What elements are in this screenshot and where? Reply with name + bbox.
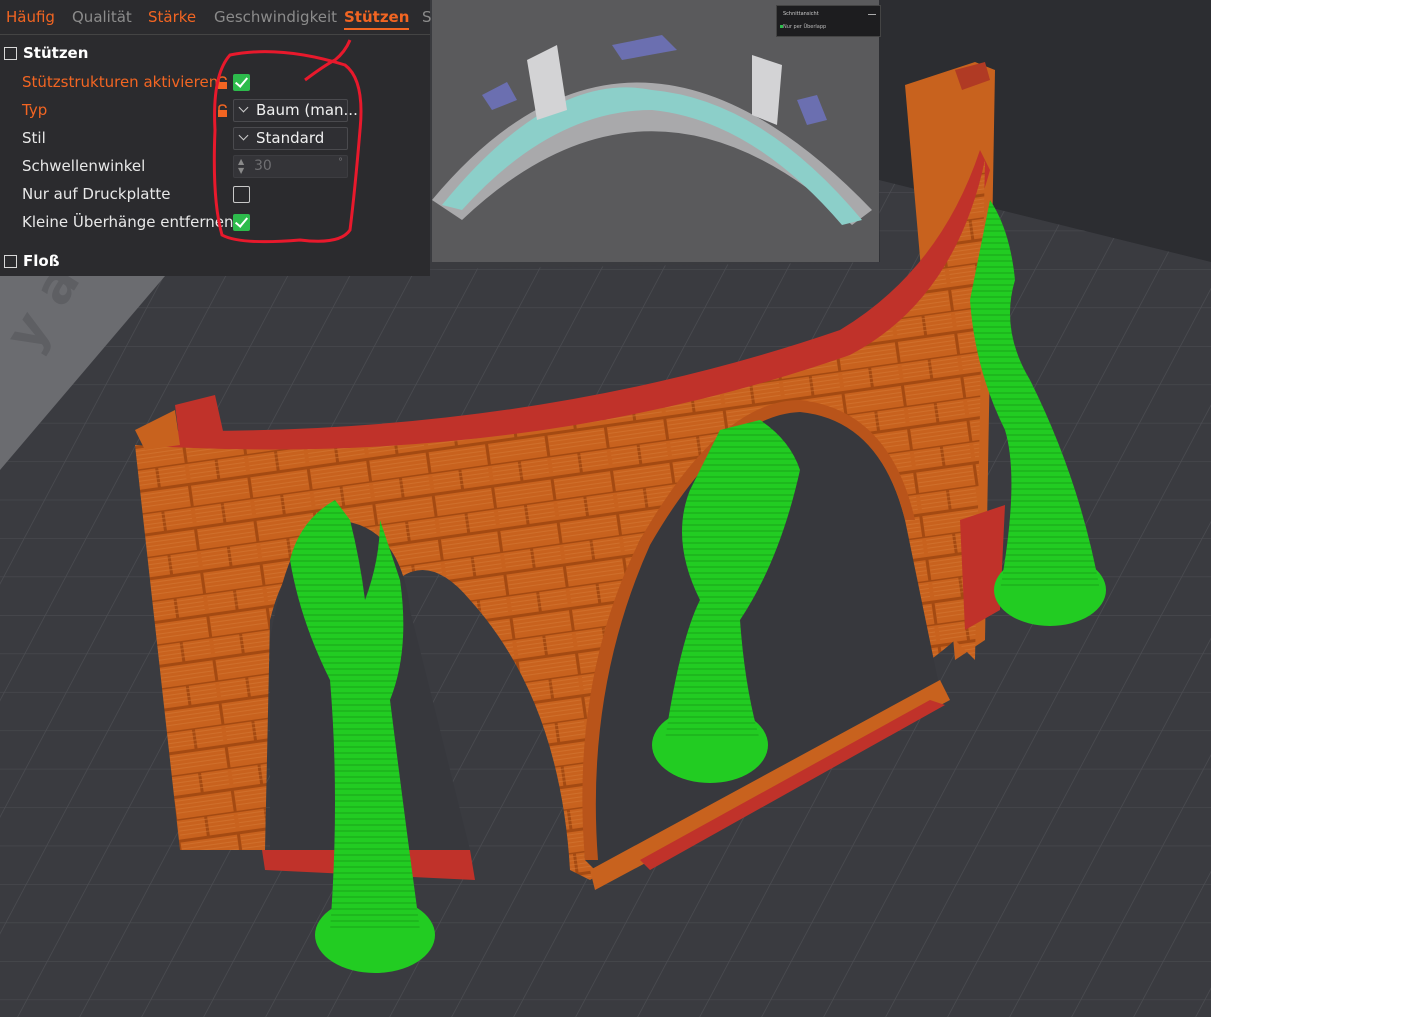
annotation-overlay	[212, 39, 363, 244]
mini-panel-row: Nur per Überlapp	[783, 24, 827, 30]
mini-panel-title: Schnittansicht	[783, 11, 819, 17]
mini-panel-slider	[868, 14, 876, 15]
settings-panel: Häufig Qualität Stärke Geschwindigkeit S…	[0, 0, 432, 276]
mini-settings-panel: Schnittansicht Nur per Überlapp	[776, 5, 881, 37]
preview-model-outline	[442, 87, 862, 225]
annotation-circle	[212, 50, 363, 244]
preview-inset	[432, 0, 879, 262]
